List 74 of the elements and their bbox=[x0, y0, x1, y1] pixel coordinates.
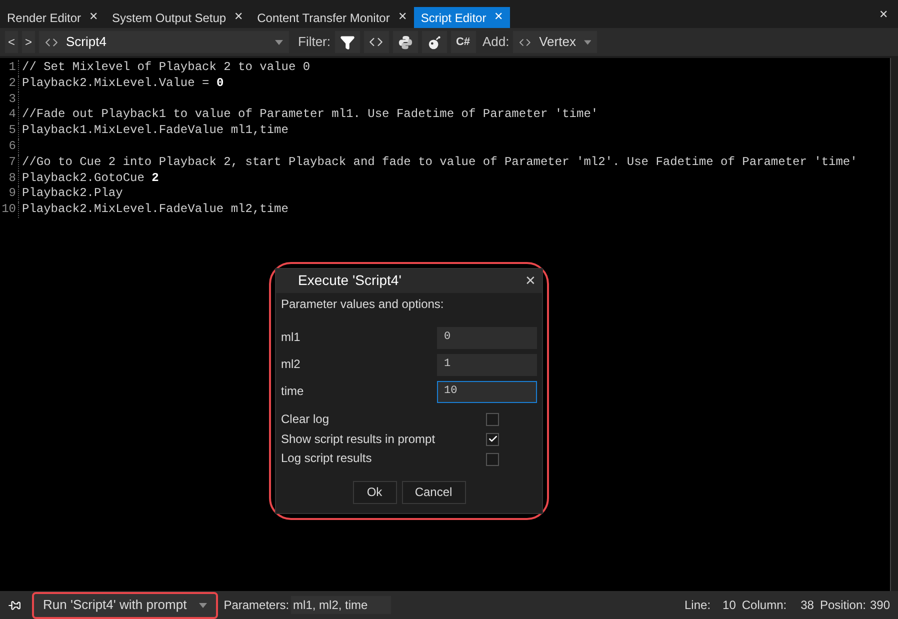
parameters-field: ml1, ml2, time bbox=[291, 596, 392, 614]
code-line: // Set Mixlevel of Playback 2 to value 0 bbox=[21, 60, 310, 76]
parameters-label: Parameters: bbox=[224, 597, 290, 614]
filter-button[interactable]: C# bbox=[450, 31, 476, 53]
position-value: 390 bbox=[870, 597, 890, 614]
parameter-label: ml2 bbox=[281, 356, 300, 373]
close-button[interactable]: ✕ bbox=[525, 273, 536, 289]
parameter-field[interactable]: 0 bbox=[437, 326, 537, 349]
tab[interactable]: Render Editor ✕ bbox=[0, 7, 106, 28]
tab[interactable]: System Output Setup ✕ bbox=[105, 7, 250, 28]
line-number: 9 bbox=[0, 186, 19, 202]
code-line: Playback2.GotoCue 2 bbox=[21, 170, 159, 186]
dialog-button[interactable]: Cancel bbox=[402, 481, 466, 504]
line-number: 7 bbox=[0, 154, 19, 171]
pin-icon[interactable] bbox=[8, 598, 21, 612]
back-button[interactable]: < bbox=[5, 31, 18, 53]
caret-icon bbox=[584, 40, 592, 44]
caret-icon bbox=[275, 40, 283, 44]
line-number: 10 bbox=[0, 202, 19, 218]
line-label: Line: bbox=[684, 597, 711, 614]
column-label: Column: bbox=[742, 597, 787, 614]
close-button[interactable]: ✕ bbox=[879, 6, 898, 28]
position-label: Position: bbox=[820, 597, 866, 614]
filter-button[interactable] bbox=[422, 31, 446, 53]
code-line: Playback2.MixLevel.FadeValue ml2,time bbox=[21, 202, 288, 218]
tab[interactable]: Content Transfer Monitor ✕ bbox=[250, 7, 414, 28]
line-number: 3 bbox=[0, 92, 19, 108]
filter-icon bbox=[340, 34, 354, 50]
dialog-title: Execute 'Script4' bbox=[298, 273, 402, 289]
parameter-field[interactable]: 10 bbox=[437, 380, 537, 403]
bomb-icon bbox=[426, 34, 442, 50]
option-label: Log script results bbox=[281, 451, 373, 468]
option-label: Clear log bbox=[281, 412, 330, 428]
caret-icon bbox=[198, 602, 207, 608]
line-number: 4 bbox=[0, 107, 19, 124]
line-number: 8 bbox=[0, 170, 19, 186]
close-button[interactable]: ✕ bbox=[234, 9, 244, 26]
line-number: 2 bbox=[0, 76, 19, 92]
filter-button[interactable] bbox=[364, 31, 388, 53]
line-number: 1 bbox=[0, 60, 19, 76]
code-line: Playback2.Play bbox=[21, 186, 123, 202]
dialog-button[interactable]: Ok bbox=[352, 481, 396, 504]
checkbox[interactable] bbox=[486, 413, 499, 426]
checkbox[interactable] bbox=[486, 452, 499, 466]
code-line: //Fade out Playback1 to value of Parameter ml1. Use Fadetime of Parameter 'time' bbox=[21, 107, 598, 124]
code-icon bbox=[369, 35, 383, 49]
close-button[interactable]: ✕ bbox=[89, 9, 98, 26]
code-line: //Go to Cue 2 into Playback 2, start Playback and fade to value of Parameter 'ml2'. Use Fadetime of Parameter 'time' bbox=[21, 154, 858, 171]
dialog-subtitle: Parameter values and options: bbox=[280, 296, 445, 313]
option-label: Show script results in prompt bbox=[281, 432, 436, 448]
run-button[interactable]: Run 'Script4' with prompt bbox=[32, 592, 218, 618]
close-button[interactable]: ✕ bbox=[398, 9, 407, 26]
tab[interactable]: Script Editor ✕ bbox=[414, 7, 510, 28]
checkbox[interactable] bbox=[486, 432, 499, 446]
check-icon bbox=[488, 434, 498, 444]
parameter-label: ml1 bbox=[281, 330, 300, 346]
code-icon bbox=[45, 36, 58, 48]
column-value: 38 bbox=[800, 597, 814, 614]
line-number: 5 bbox=[0, 123, 19, 139]
script-dropdown[interactable]: Script4 bbox=[39, 31, 289, 53]
filter-button[interactable] bbox=[392, 31, 418, 53]
filter-label: Filter: bbox=[298, 33, 330, 52]
filter-button[interactable] bbox=[334, 31, 360, 53]
code-line: Playback1.MixLevel.FadeValue ml1,time bbox=[21, 123, 288, 139]
line-value: 10 bbox=[722, 597, 736, 614]
forward-button[interactable]: > bbox=[22, 31, 35, 53]
close-button[interactable]: ✕ bbox=[494, 9, 504, 26]
add-label: Add: bbox=[482, 33, 510, 52]
parameter-field[interactable]: 1 bbox=[437, 354, 537, 376]
add-dropdown[interactable]: Vertex bbox=[513, 31, 598, 53]
parameter-label: time bbox=[281, 384, 304, 400]
python-icon bbox=[398, 34, 412, 50]
code-line: Playback2.MixLevel.Value = 0 bbox=[21, 76, 224, 92]
line-number: 6 bbox=[0, 138, 19, 155]
